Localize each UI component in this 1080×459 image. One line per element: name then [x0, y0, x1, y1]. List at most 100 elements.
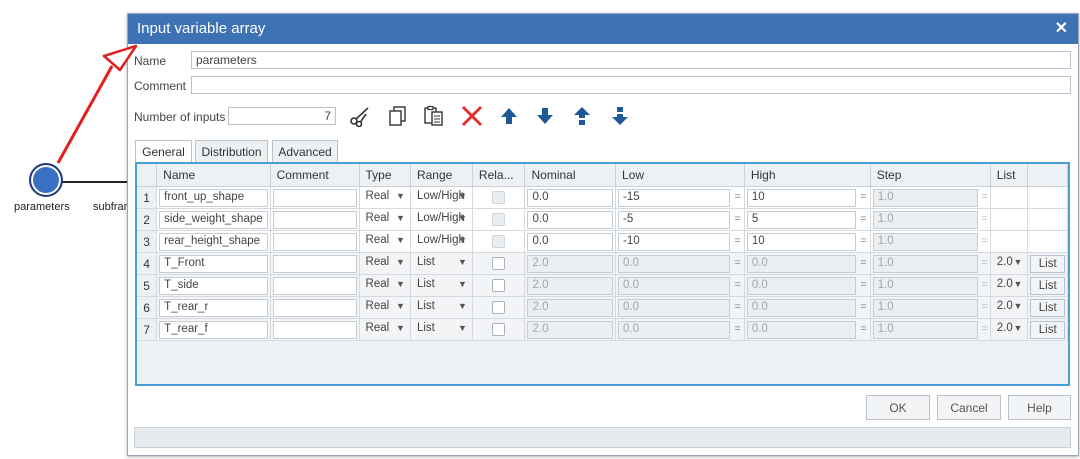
- nominal-cell[interactable]: 0.0: [524, 208, 616, 231]
- nominal-cell[interactable]: 0.0: [524, 230, 616, 253]
- high-input[interactable]: 5: [746, 210, 856, 229]
- low-input[interactable]: 0.0: [618, 298, 730, 317]
- nominal-input[interactable]: 2.0: [527, 254, 613, 273]
- step-cell[interactable]: 1.0 =: [870, 296, 991, 319]
- range-select[interactable]: List ▼: [413, 277, 470, 295]
- comment-input[interactable]: [272, 232, 357, 251]
- list-value-cell[interactable]: [990, 186, 1029, 209]
- name-cell[interactable]: rear_height_shape: [156, 230, 271, 253]
- name-cell[interactable]: T_rear_f: [156, 318, 271, 341]
- nominal-input[interactable]: 0.0: [527, 188, 613, 207]
- step-input[interactable]: 1.0: [872, 298, 978, 317]
- low-input[interactable]: 0.0: [618, 254, 730, 273]
- step-cell[interactable]: 1.0 =: [870, 252, 991, 275]
- range-cell[interactable]: List ▼: [410, 318, 473, 341]
- copy-icon[interactable]: [385, 103, 411, 129]
- table-row[interactable]: 7 T_rear_f Real ▼ List ▼ 2.0 0.0 = 0.0 = 1.0 = 2.0 ▼ Li…: [137, 318, 1068, 341]
- low-cell[interactable]: 0.0 =: [615, 252, 745, 275]
- table-row[interactable]: 6 T_rear_r Real ▼ List ▼ 2.0 0.0 = 0.0 = 1.0 = 2.0 ▼ Li…: [137, 296, 1068, 319]
- type-cell[interactable]: Real ▼: [359, 186, 411, 209]
- high-input[interactable]: 10: [746, 188, 856, 207]
- step-cell[interactable]: 1.0 =: [870, 318, 991, 341]
- name-input[interactable]: T_rear_f: [159, 320, 268, 339]
- range-cell[interactable]: Low/High ▼: [410, 208, 473, 231]
- comment-cell[interactable]: [270, 296, 360, 319]
- name-input[interactable]: T_rear_r: [159, 298, 268, 317]
- type-select[interactable]: Real ▼: [362, 233, 408, 251]
- type-select[interactable]: Real ▼: [362, 189, 408, 207]
- list-select[interactable]: 2.0 ▼: [993, 299, 1026, 317]
- nominal-input[interactable]: 0.0: [527, 232, 613, 251]
- step-cell[interactable]: 1.0 =: [870, 274, 991, 297]
- comment-field[interactable]: [191, 76, 1071, 94]
- list-value-cell[interactable]: [990, 208, 1029, 231]
- list-value-cell[interactable]: 2.0 ▼: [990, 252, 1029, 275]
- header-step[interactable]: Step: [870, 164, 991, 187]
- header-name[interactable]: Name: [156, 164, 271, 187]
- relative-checkbox[interactable]: [492, 279, 506, 292]
- list-value-cell[interactable]: 2.0 ▼: [990, 318, 1029, 341]
- high-cell[interactable]: 5 =: [744, 208, 871, 231]
- range-cell[interactable]: List ▼: [410, 274, 473, 297]
- list-button[interactable]: List: [1030, 320, 1065, 339]
- type-cell[interactable]: Real ▼: [359, 208, 411, 231]
- tab-advanced[interactable]: Advanced: [272, 140, 338, 162]
- close-icon[interactable]: ✕: [1055, 18, 1068, 38]
- name-input[interactable]: front_up_shape: [159, 188, 268, 207]
- list-value-cell[interactable]: 2.0 ▼: [990, 296, 1029, 319]
- nominal-cell[interactable]: 2.0: [524, 274, 616, 297]
- step-input[interactable]: 1.0: [872, 210, 978, 229]
- relative-cell[interactable]: [472, 296, 526, 319]
- move-up-icon[interactable]: [496, 103, 522, 129]
- comment-cell[interactable]: [270, 274, 360, 297]
- type-cell[interactable]: Real ▼: [359, 274, 411, 297]
- name-input[interactable]: T_Front: [159, 254, 268, 273]
- ok-button[interactable]: OK: [866, 395, 930, 420]
- relative-checkbox[interactable]: [492, 235, 506, 248]
- nominal-cell[interactable]: 2.0: [524, 252, 616, 275]
- range-cell[interactable]: Low/High ▼: [410, 230, 473, 253]
- range-select[interactable]: Low/High ▼: [413, 211, 470, 229]
- nominal-cell[interactable]: 2.0: [524, 318, 616, 341]
- comment-input[interactable]: [272, 188, 357, 207]
- header-list[interactable]: List: [990, 164, 1029, 187]
- high-cell[interactable]: 10 =: [744, 230, 871, 253]
- header-nominal[interactable]: Nominal: [524, 164, 616, 187]
- high-cell[interactable]: 0.0 =: [744, 296, 871, 319]
- type-select[interactable]: Real ▼: [362, 277, 408, 295]
- range-select[interactable]: List ▼: [413, 321, 470, 339]
- high-input[interactable]: 0.0: [746, 298, 856, 317]
- list-button-cell[interactable]: [1027, 186, 1068, 209]
- low-input[interactable]: -5: [618, 210, 730, 229]
- step-input[interactable]: 1.0: [872, 188, 978, 207]
- step-input[interactable]: 1.0: [872, 254, 978, 273]
- step-input[interactable]: 1.0: [872, 320, 978, 339]
- relative-cell[interactable]: [472, 274, 526, 297]
- table-row[interactable]: 1 front_up_shape Real ▼ Low/High ▼ 0.0 -15 = 10 = 1…: [137, 186, 1068, 209]
- range-select[interactable]: Low/High ▼: [413, 233, 470, 251]
- nominal-input[interactable]: 2.0: [527, 298, 613, 317]
- relative-checkbox[interactable]: [492, 323, 506, 336]
- range-select[interactable]: Low/High ▼: [413, 189, 470, 207]
- range-cell[interactable]: List ▼: [410, 252, 473, 275]
- high-cell[interactable]: 0.0 =: [744, 252, 871, 275]
- comment-input[interactable]: [272, 210, 357, 229]
- high-cell[interactable]: 0.0 =: [744, 318, 871, 341]
- relative-checkbox[interactable]: [492, 191, 506, 204]
- list-select[interactable]: 2.0 ▼: [993, 255, 1026, 273]
- type-cell[interactable]: Real ▼: [359, 296, 411, 319]
- range-select[interactable]: List ▼: [413, 255, 470, 273]
- name-input[interactable]: T_side: [159, 276, 268, 295]
- list-value-cell[interactable]: [990, 230, 1029, 253]
- list-button-cell[interactable]: List: [1027, 252, 1068, 275]
- table-row[interactable]: 3 rear_height_shape Real ▼ Low/High ▼ 0.0 -10 = 1…: [137, 230, 1068, 253]
- header-type[interactable]: Type: [359, 164, 411, 187]
- nominal-cell[interactable]: 0.0: [524, 186, 616, 209]
- list-button-cell[interactable]: [1027, 208, 1068, 231]
- step-cell[interactable]: 1.0 =: [870, 208, 991, 231]
- header-high[interactable]: High: [744, 164, 871, 187]
- low-cell[interactable]: -15 =: [615, 186, 745, 209]
- range-cell[interactable]: List ▼: [410, 296, 473, 319]
- high-input[interactable]: 0.0: [746, 254, 856, 273]
- comment-cell[interactable]: [270, 230, 360, 253]
